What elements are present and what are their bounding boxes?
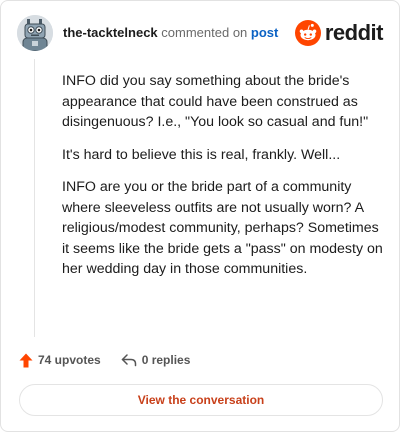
comment-paragraph: INFO did you say something about the bri…: [62, 73, 369, 130]
comment-header: the-tacktelneck commented on post reddit: [17, 15, 384, 51]
upvote-stat[interactable]: 74 upvotes: [19, 353, 101, 368]
comment-paragraph: INFO are you or the bride part of a comm…: [62, 179, 383, 277]
comment-meta: the-tacktelneck commented on post: [63, 25, 278, 41]
comment-paragraph: It's hard to believe this is real, frank…: [62, 146, 341, 163]
reply-arrow-icon: [121, 354, 136, 367]
action-text: commented on: [161, 25, 248, 40]
reddit-wordmark: reddit: [324, 20, 384, 45]
comment-body: INFO did you say something about the bri…: [62, 71, 384, 292]
upvote-arrow-icon: [19, 353, 33, 367]
thread-line: [34, 59, 35, 337]
comment-footer: 74 upvotes 0 replies: [19, 350, 190, 370]
robot-avatar-icon: [17, 15, 53, 51]
upvote-count: 74 upvotes: [38, 353, 101, 367]
reply-count: 0 replies: [141, 353, 191, 367]
reply-stat[interactable]: 0 replies: [121, 353, 191, 367]
reddit-logo[interactable]: reddit: [294, 19, 384, 47]
reddit-snoo-icon: [294, 20, 321, 46]
user-avatar[interactable]: [17, 15, 53, 51]
comment-card: the-tacktelneck commented on post reddit…: [0, 0, 400, 432]
post-link[interactable]: post: [251, 25, 278, 40]
view-conversation-button[interactable]: View the conversation: [19, 384, 383, 416]
username-link[interactable]: the-tacktelneck: [63, 25, 158, 40]
